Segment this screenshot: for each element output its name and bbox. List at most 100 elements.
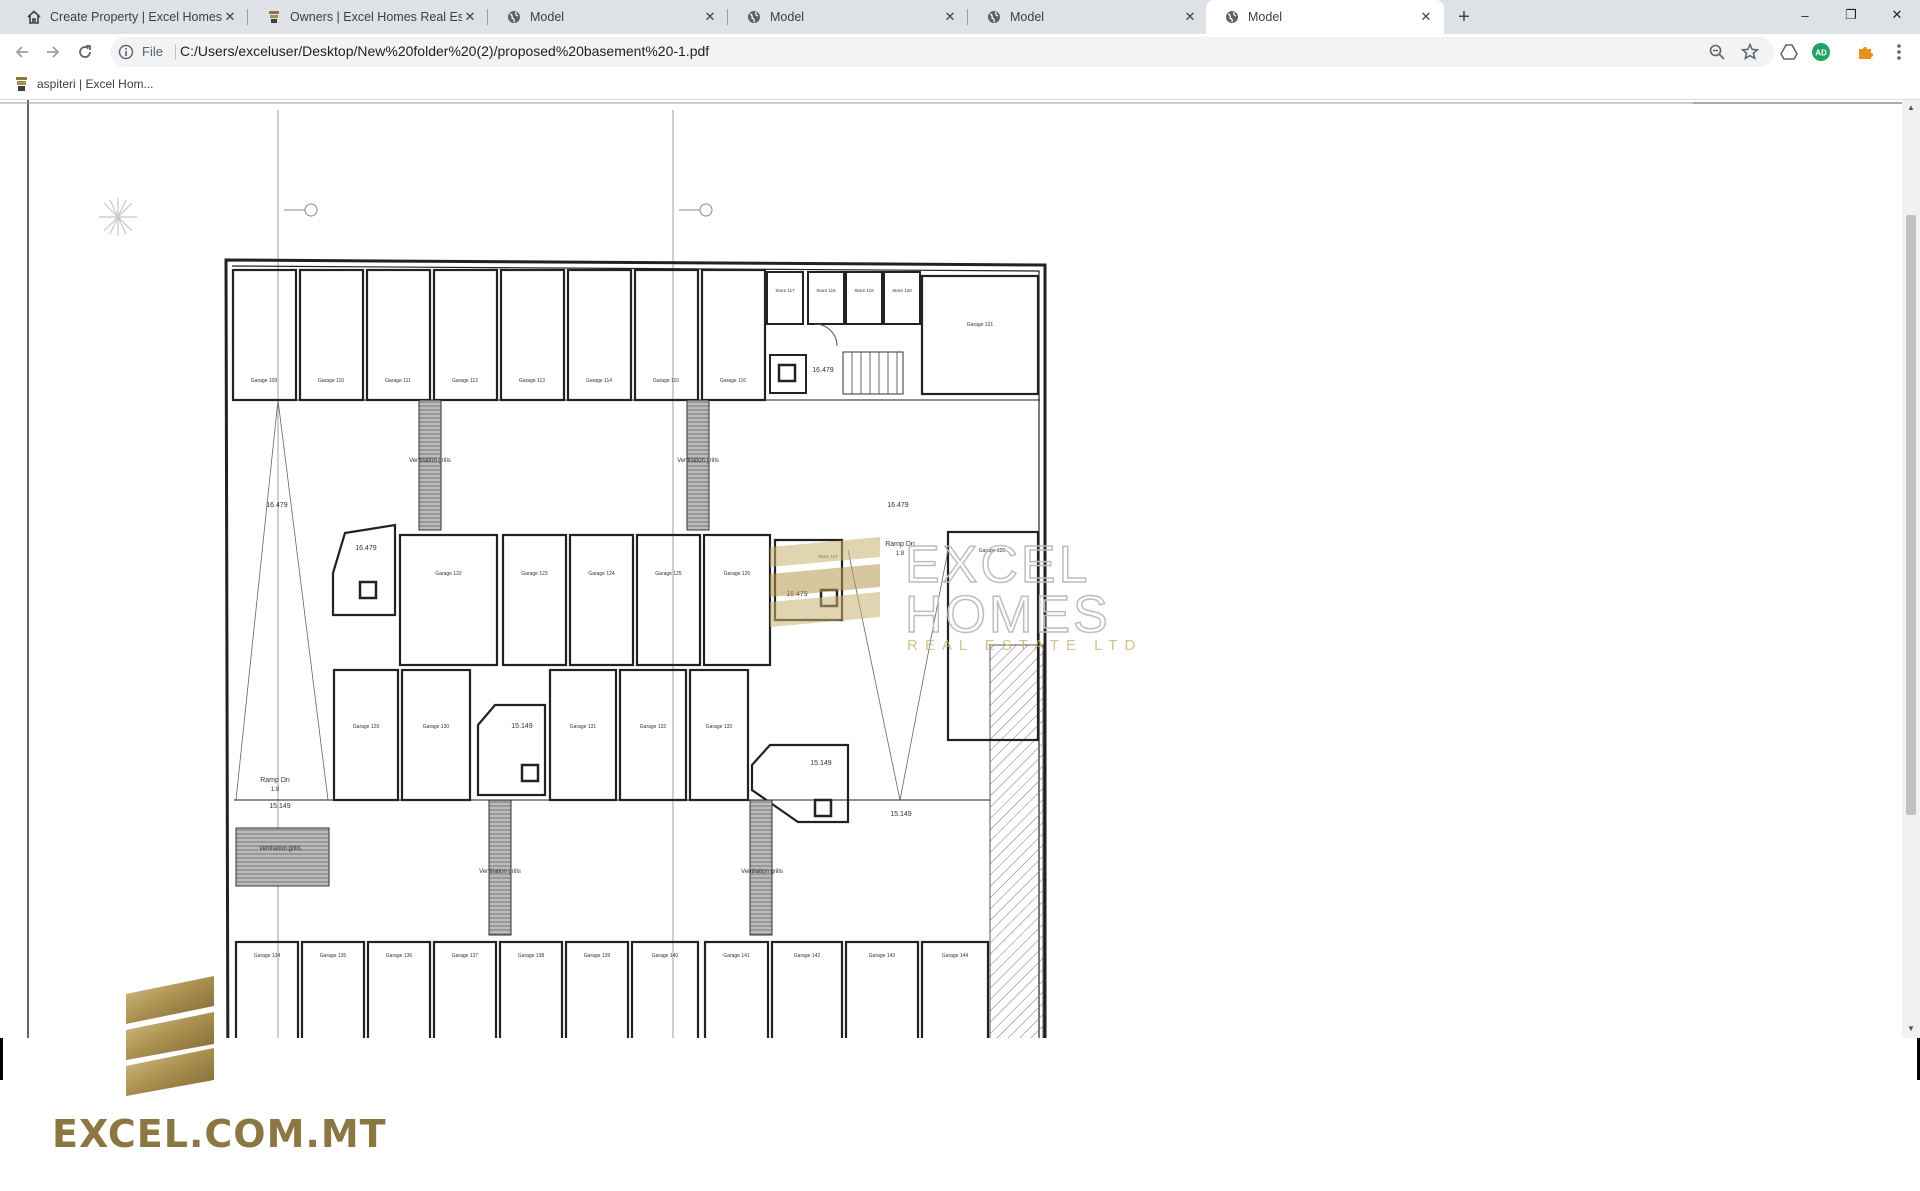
- close-tab-icon[interactable]: ✕: [222, 9, 238, 25]
- level-mark: 16.479: [266, 502, 288, 509]
- garage-label: Garage 132: [640, 724, 667, 730]
- garage-label: Garage 115: [653, 378, 679, 384]
- tab-strip: Create Property | Excel Homes Re ✕ Owner…: [0, 0, 1920, 34]
- garage-label: Garage 112: [452, 378, 478, 384]
- url-scheme-label: File: [142, 44, 163, 59]
- tab-model-1[interactable]: Model ✕: [488, 0, 728, 34]
- bookmark-star-icon[interactable]: [1741, 43, 1759, 61]
- close-tab-icon[interactable]: ✕: [1418, 9, 1434, 25]
- globe-icon: [1224, 9, 1240, 25]
- ventilation-label: Ventilation grills: [259, 846, 301, 852]
- ventilation-label: Ventilation grills: [677, 458, 719, 464]
- garage-label: Garage 135: [320, 953, 347, 959]
- garage-label: Garage 136: [386, 953, 413, 959]
- watermark-logo-icon: [770, 537, 880, 627]
- excel-homes-logo-icon: [16, 77, 27, 91]
- garage-label: Garage 125: [655, 571, 682, 577]
- garage-label: Garage 111: [385, 378, 411, 384]
- back-arrow-icon: [15, 46, 28, 58]
- garage-label: Garage 114: [586, 378, 612, 384]
- garage-label: Garage 123: [521, 571, 548, 577]
- ramp-ratio: 1:8: [271, 787, 280, 793]
- garage-label: Garage 144: [942, 953, 969, 959]
- address-bar[interactable]: File C:/Users/exceluser/Desktop/New%20fo…: [110, 37, 1774, 67]
- ventilation-label: Ventilation grills: [409, 458, 451, 464]
- scroll-up-arrow-icon[interactable]: ▲: [1906, 103, 1916, 113]
- garage-label: Garage 141: [723, 953, 750, 959]
- home-icon: [26, 9, 42, 25]
- extension-puzzle-icon[interactable]: [1856, 43, 1874, 61]
- garage-label: Garage 113: [519, 378, 545, 384]
- profile-avatar[interactable]: AD: [1812, 43, 1830, 61]
- garage-bay: [400, 668, 472, 802]
- level-mark: 16.479: [355, 545, 377, 552]
- reload-icon: [79, 45, 91, 58]
- tab-title: Model: [1010, 10, 1045, 24]
- tab-model-active[interactable]: Model ✕: [1206, 0, 1444, 34]
- close-tab-icon[interactable]: ✕: [942, 9, 958, 25]
- level-mark: 16.479: [812, 367, 834, 374]
- tab-title: Model: [770, 10, 805, 24]
- garage-bay: [618, 668, 688, 802]
- ventilation-label: Ventilation grills: [479, 869, 521, 875]
- forward-button[interactable]: [39, 38, 67, 66]
- level-mark: 15.149: [890, 811, 912, 818]
- close-tab-icon[interactable]: ✕: [462, 9, 478, 25]
- excel-logo-icon: [126, 976, 214, 1096]
- garage-bay: [635, 533, 702, 667]
- tab-create-property[interactable]: Create Property | Excel Homes Re ✕: [8, 0, 248, 34]
- level-mark: 15.149: [511, 723, 533, 730]
- watermark-line2: HOMES: [905, 586, 1111, 644]
- tab-title: Model: [1248, 10, 1283, 24]
- ventilation-label: Ventilation grills: [741, 869, 783, 875]
- store-label: Store 117: [775, 288, 795, 293]
- scrollbar-thumb[interactable]: [1906, 215, 1916, 815]
- globe-icon: [986, 9, 1002, 25]
- vertical-scrollbar[interactable]: ▲ ▼: [1902, 100, 1920, 1038]
- back-button[interactable]: [8, 38, 36, 66]
- garage-bay: [548, 668, 618, 802]
- url-text[interactable]: C:/Users/exceluser/Desktop/New%20folder%…: [180, 43, 709, 59]
- close-tab-icon[interactable]: ✕: [702, 9, 718, 25]
- tab-model-2[interactable]: Model ✕: [728, 0, 968, 34]
- store-label: Store 118: [816, 288, 836, 293]
- store-label: Store 119: [854, 288, 874, 293]
- profile-initials: AD: [1815, 48, 1827, 57]
- garage-label: Garage 124: [588, 571, 615, 577]
- store-label: Store 120: [892, 288, 912, 293]
- garage-bay: [501, 533, 568, 667]
- bookmark-aspiteri[interactable]: aspiteri | Excel Hom...: [14, 76, 153, 92]
- globe-icon: [746, 9, 762, 25]
- garage-label: Garage 143: [869, 953, 896, 959]
- excel-homes-logo-icon: [266, 9, 282, 25]
- level-mark: 15.149: [269, 803, 291, 810]
- close-window-button[interactable]: ✕: [1874, 0, 1920, 30]
- tab-model-3[interactable]: Model ✕: [968, 0, 1208, 34]
- reload-button[interactable]: [71, 38, 99, 66]
- zoom-icon[interactable]: [1708, 43, 1726, 61]
- new-tab-button[interactable]: +: [1452, 5, 1476, 29]
- garage-label: Garage 131: [570, 724, 597, 730]
- restore-button[interactable]: ❐: [1828, 0, 1874, 30]
- minimize-button[interactable]: –: [1782, 0, 1828, 30]
- pdf-viewer[interactable]: Garage 109 Garage 110 Garage 111 Garage 112…: [0, 100, 1920, 1038]
- close-tab-icon[interactable]: ✕: [1182, 9, 1198, 25]
- garage-bay: [398, 533, 499, 667]
- info-icon[interactable]: [118, 44, 134, 60]
- bookmarks-bar: aspiteri | Excel Hom...: [0, 70, 1920, 100]
- menu-kebab-icon[interactable]: [1890, 43, 1908, 61]
- tab-owners[interactable]: Owners | Excel Homes Real Estate ✕: [248, 0, 488, 34]
- garage-label: Garage 142: [794, 953, 821, 959]
- north-arrow-icon: [99, 198, 137, 236]
- garage-bay: [568, 533, 635, 667]
- garage-label: Garage 121: [967, 322, 994, 328]
- drive-extension-icon[interactable]: [1780, 43, 1798, 61]
- garage-label: Garage 134: [254, 953, 281, 959]
- garage-label: Garage 116: [720, 378, 746, 384]
- level-mark: 15.149: [810, 760, 832, 767]
- garage-label: Garage 139: [584, 953, 611, 959]
- tab-title: Model: [530, 10, 565, 24]
- globe-icon: [506, 9, 522, 25]
- scroll-down-arrow-icon[interactable]: ▼: [1906, 1024, 1916, 1034]
- garage-label: Garage 122: [435, 571, 462, 577]
